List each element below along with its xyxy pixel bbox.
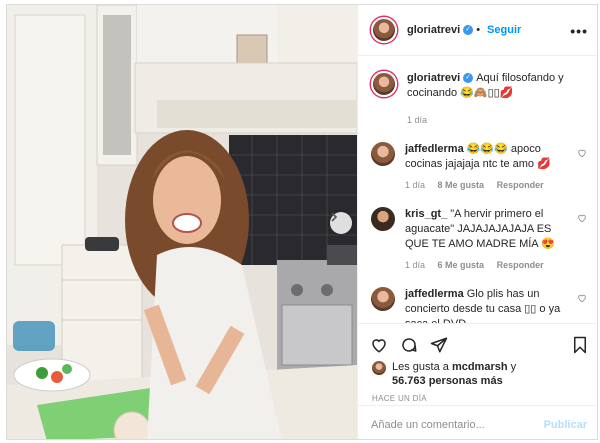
post-actions: Les gusta a mcdmarsh y 56.763 personas m… (358, 323, 597, 439)
comment-icon[interactable] (400, 336, 418, 354)
likes-text: Les gusta a mcdmarsh y 56.763 personas m… (392, 360, 516, 388)
publish-button[interactable]: Publicar (544, 419, 587, 431)
comment-avatar[interactable] (371, 207, 395, 231)
heart-icon[interactable] (577, 148, 587, 158)
author-avatar[interactable] (371, 17, 397, 43)
caption-time[interactable]: 1 día (407, 115, 427, 125)
likes-conj: y (510, 361, 517, 373)
author-username[interactable]: gloriatrevi (407, 24, 460, 36)
caption-avatar[interactable] (371, 71, 397, 97)
comment-meta: 1 día 6 Me gusta Responder (405, 258, 570, 273)
caption-meta: 1 día (407, 113, 572, 128)
comment-likes[interactable]: 8 Me gusta (438, 180, 485, 190)
author-info: gloriatrevi ✓ • Seguir (407, 24, 521, 36)
heart-icon[interactable] (577, 213, 587, 223)
next-image-button[interactable] (330, 212, 352, 234)
likes-count[interactable]: 56.763 personas más (392, 375, 503, 387)
heart-icon[interactable] (370, 336, 388, 354)
comment-body: jaffedlerma Glo plis has un concierto des… (405, 287, 570, 323)
reply-button[interactable]: Responder (497, 260, 544, 270)
comment-meta: 1 día 8 Me gusta Responder (405, 178, 570, 193)
comment-username[interactable]: jaffedlerma (405, 288, 464, 300)
comment-username[interactable]: jaffedlerma (405, 143, 464, 155)
comment-body: jaffedlerma 😂😂😂 apoco cocinas jajajaja nt… (405, 142, 570, 193)
comment-composer: Añade un comentario... Publicar (358, 405, 597, 439)
list-item: jaffedlerma 😂😂😂 apoco cocinas jajajaja nt… (371, 142, 587, 193)
comment-body: kris_gt_ "A hervir primero el aguacate" J… (405, 207, 570, 273)
liker-avatar[interactable] (372, 361, 386, 375)
verified-icon: ✓ (463, 25, 474, 35)
heart-icon[interactable] (577, 293, 587, 303)
comment-input[interactable]: Añade un comentario... (371, 419, 544, 431)
comment-time[interactable]: 1 día (405, 260, 425, 270)
share-icon[interactable] (430, 336, 448, 354)
post-header: gloriatrevi ✓ • Seguir ••• (358, 5, 597, 56)
caption-item: gloriatrevi ✓ Aquí filosofando y cocinando… (371, 71, 587, 128)
comment-time[interactable]: 1 día (405, 180, 425, 190)
instagram-post: gloriatrevi ✓ • Seguir ••• gloriatrevi ✓ A… (6, 4, 598, 440)
post-photo[interactable] (7, 5, 357, 439)
bookmark-icon[interactable] (572, 336, 588, 354)
post-side-panel: gloriatrevi ✓ • Seguir ••• gloriatrevi ✓ A… (357, 5, 597, 439)
list-item: jaffedlerma Glo plis has un concierto des… (371, 287, 587, 323)
action-icons (358, 324, 597, 358)
comment-avatar[interactable] (371, 287, 395, 311)
reply-button[interactable]: Responder (497, 180, 544, 190)
liker-username[interactable]: mcdmarsh (452, 361, 508, 373)
more-options-icon[interactable]: ••• (570, 23, 588, 39)
post-timestamp[interactable]: HACE UN DÍA (358, 388, 597, 403)
comment-avatar[interactable] (371, 142, 395, 166)
caption-body: gloriatrevi ✓ Aquí filosofando y cocinando… (407, 71, 572, 128)
likes-summary: Les gusta a mcdmarsh y 56.763 personas m… (358, 358, 597, 388)
comments-list[interactable]: gloriatrevi ✓ Aquí filosofando y cocinando… (358, 57, 597, 323)
verified-icon: ✓ (463, 73, 474, 84)
separator-dot: • (476, 24, 481, 36)
chevron-right-icon (331, 212, 338, 222)
likes-prefix: Les gusta a (392, 361, 449, 373)
screenshot-frame: gloriatrevi ✓ • Seguir ••• gloriatrevi ✓ A… (0, 0, 600, 443)
kitchen-photo-illustration (7, 5, 357, 439)
follow-button[interactable]: Seguir (487, 24, 521, 36)
list-item: kris_gt_ "A hervir primero el aguacate" J… (371, 207, 587, 273)
comment-likes[interactable]: 6 Me gusta (438, 260, 485, 270)
caption-username[interactable]: gloriatrevi (407, 72, 460, 84)
comment-username[interactable]: kris_gt_ (405, 208, 447, 220)
